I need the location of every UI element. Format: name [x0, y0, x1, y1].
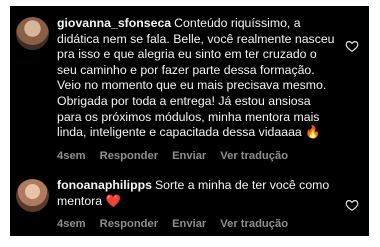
send-button[interactable]: Enviar [172, 149, 206, 165]
reply-button[interactable]: Responder [100, 217, 158, 233]
comment-actions: 4sem Responder Enviar Ver tradução [57, 217, 337, 233]
comment-body: fonoanaphilipps Sorte a minha de ter você… [57, 178, 337, 233]
comment-username[interactable]: fonoanaphilipps [57, 178, 152, 192]
comment-body: giovanna_sfonseca Conteúdo riquíssimo, a … [57, 16, 337, 164]
translate-button[interactable]: Ver tradução [220, 217, 288, 233]
comment-time: 4sem [57, 149, 86, 162]
comment-text: Conteúdo riquíssimo, a didática nem se f… [57, 16, 335, 140]
comment-actions: 4sem Responder Enviar Ver tradução [57, 149, 337, 165]
comments-panel: giovanna_sfonseca Conteúdo riquíssimo, a … [10, 6, 369, 236]
heart-outline-icon[interactable] [345, 39, 359, 53]
user-avatar[interactable] [16, 179, 49, 212]
translate-button[interactable]: Ver tradução [220, 149, 288, 165]
user-avatar[interactable] [16, 17, 49, 50]
comment-time: 4sem [57, 218, 86, 231]
comment-username[interactable]: giovanna_sfonseca [57, 16, 171, 30]
heart-outline-icon[interactable] [345, 198, 359, 212]
reply-button[interactable]: Responder [100, 149, 158, 165]
send-button[interactable]: Enviar [172, 217, 206, 233]
